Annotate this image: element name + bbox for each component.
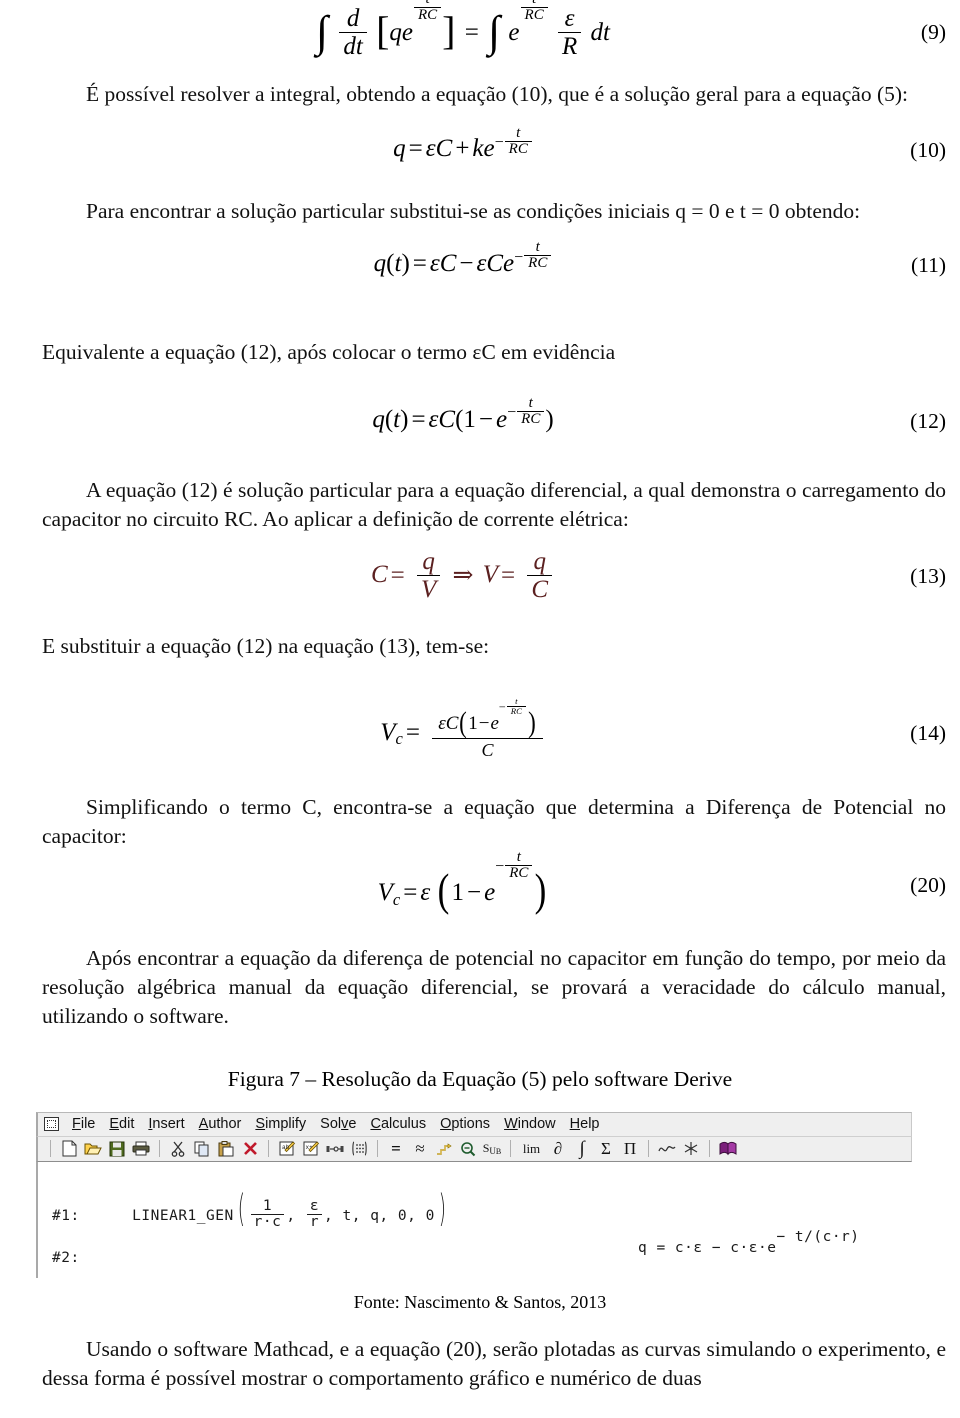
substitute-sub-icon[interactable]: SUB — [482, 1139, 503, 1159]
save-disk-icon[interactable] — [107, 1139, 128, 1159]
menu-item-insert[interactable]: Insert — [141, 1117, 191, 1132]
equation-number-14: (14) — [910, 721, 946, 746]
system-menu-icon[interactable] — [44, 1117, 59, 1132]
derive-menu-bar: File Edit Insert Author Simplify Solve C… — [36, 1111, 912, 1136]
limit-icon[interactable]: lim — [519, 1139, 545, 1159]
equation-9-body: ∫ d dt [qetRC] = ∫ etRC ε R dt — [316, 0, 610, 61]
partial-derivative-icon[interactable]: ∂ — [548, 1139, 569, 1159]
menu-item-calculus[interactable]: Calculus — [363, 1117, 433, 1132]
equation-row-12: q(t) = εC(1− e − t RC) (12) — [0, 394, 960, 448]
open-paren: ( — [237, 1187, 245, 1231]
expression-2-exponent: − t/(c·r) — [776, 1229, 860, 1246]
plot-2d-icon[interactable] — [657, 1139, 678, 1159]
toolbar-grip — [50, 1140, 51, 1158]
equation-14-body: Vc = εC(1−e − t RC) C — [42, 697, 884, 762]
menu-item-file[interactable]: File — [65, 1117, 102, 1132]
expression-1-arg2: εr — [306, 1198, 323, 1230]
simplify-equals-icon[interactable]: = — [386, 1139, 407, 1159]
equation-number-12: (12) — [910, 408, 946, 433]
fraction-d-dt: d dt — [339, 5, 367, 60]
menu-item-simplify[interactable]: Simplify — [248, 1117, 313, 1132]
toolbar-separator-5 — [648, 1140, 649, 1158]
equation-row-10: q = εC + ke − t RC (10) — [0, 125, 960, 177]
svg-text:x+: x+ — [305, 1144, 313, 1151]
expression-line-1[interactable]: #1: LINEAR1_GEN(1 r·c, εr, t, q, 0, 0) — [52, 1186, 450, 1232]
equation-12-body: q(t) = εC(1− e − t RC) — [372, 395, 554, 433]
substitute-icon[interactable] — [325, 1139, 346, 1159]
print-icon[interactable] — [131, 1139, 152, 1159]
delete-x-icon[interactable] — [240, 1139, 261, 1159]
paragraph-2: Para encontrar a solução particular subs… — [86, 198, 861, 223]
plot-3d-icon[interactable] — [681, 1139, 702, 1159]
matrix-icon[interactable] — [349, 1139, 370, 1159]
expression-1-args-rest: , t, q, 0, 0 — [324, 1207, 435, 1224]
figure-image-derive: File Edit Insert Author Simplify Solve C… — [0, 1111, 960, 1278]
menu-item-solve[interactable]: Solve — [313, 1117, 363, 1132]
expression-2-lhs: q = c·ε − c·ε·e — [638, 1239, 777, 1256]
equation-number-10: (10) — [910, 138, 946, 163]
new-file-icon[interactable] — [59, 1139, 80, 1159]
integral-sign-icon-2: ∫ — [488, 6, 501, 56]
derive-toolbar: ab x+ = ≈ S U B lim ∂ ∫ Σ Π — [36, 1135, 912, 1162]
toolbar-separator-1 — [159, 1140, 160, 1158]
derive-expression-area[interactable]: #1: LINEAR1_GEN(1 r·c, εr, t, q, 0, 0) #2… — [36, 1161, 912, 1278]
equation-row-20: Vc = ε (1− e − t RC) (20) — [0, 848, 960, 915]
solve-step-icon[interactable] — [434, 1139, 455, 1159]
expression-line-2-result[interactable]: q = c·ε − c·ε·e− t/(c·r) — [638, 1229, 860, 1256]
document-page: ∫ d dt [qetRC] = ∫ etRC ε R dt (9) É pos… — [0, 0, 960, 1418]
paragraph-7: Após encontrar a equação da diferença de… — [42, 946, 946, 1028]
cut-scissors-icon[interactable] — [168, 1139, 189, 1159]
toolbar-separator-3 — [377, 1140, 378, 1158]
close-paren: ) — [438, 1187, 447, 1231]
equation-20-body: Vc = ε (1− e − t RC) — [377, 848, 547, 915]
paragraph-3: Equivalente a equação (12), após colocar… — [42, 339, 616, 364]
equation-row-9: ∫ d dt [qetRC] = ∫ etRC ε R dt (9) — [0, 0, 960, 62]
figure-source: Fonte: Nascimento & Santos, 2013 — [353, 1291, 607, 1312]
menu-item-options[interactable]: Options — [433, 1117, 497, 1132]
author-expression-icon[interactable]: ab — [277, 1139, 298, 1159]
derive-window: File Edit Insert Author Simplify Solve C… — [36, 1111, 912, 1278]
menu-item-window[interactable]: Window — [497, 1117, 563, 1132]
toolbar-separator-2 — [268, 1140, 269, 1158]
equation-11-body: q(t) = εC − εCe − t RC — [42, 240, 884, 281]
fraction-eq14: εC(1−e − t RC) C — [432, 697, 543, 761]
equation-number-20: (20) — [910, 872, 946, 897]
fraction-eps-R: ε R — [557, 5, 582, 60]
help-book-icon[interactable] — [718, 1139, 739, 1159]
toolbar-separator-6 — [709, 1140, 710, 1158]
paragraph-1: É possível resolver a integral, obtendo … — [86, 82, 909, 106]
svg-text:ab: ab — [282, 1144, 290, 1151]
equation-row-14: Vc = εC(1−e − t RC) C (14) — [0, 691, 960, 777]
integral-sign-icon: ∫ — [316, 6, 329, 56]
equation-10-body: q = εC + ke − t RC — [42, 125, 884, 166]
paragraph-6: Simplificando o termo C, encontra-se a e… — [42, 794, 946, 848]
author-vector-icon[interactable]: x+ — [301, 1139, 322, 1159]
equation-row-13: C = qV ⇒ V = qC (13) — [0, 544, 960, 610]
menu-item-edit[interactable]: Edit — [102, 1117, 141, 1132]
paragraph-4: A equação (12) é solução particular para… — [42, 478, 946, 532]
sum-icon[interactable]: Σ — [596, 1139, 617, 1159]
copy-icon[interactable] — [192, 1139, 213, 1159]
figure-caption: Figura 7 – Resolução da Equação (5) pelo… — [227, 1066, 733, 1091]
approximate-icon[interactable]: ≈ — [410, 1139, 431, 1159]
menu-item-author[interactable]: Author — [192, 1117, 249, 1132]
equation-13-body: C = qV ⇒ V = qC — [42, 548, 884, 604]
zoom-expression-icon[interactable] — [458, 1139, 479, 1159]
equation-number-13: (13) — [910, 564, 946, 589]
expression-1-function: LINEAR1_GEN — [132, 1207, 234, 1224]
expression-1-arg1: 1 r·c — [250, 1198, 285, 1230]
menu-item-help[interactable]: Help — [563, 1117, 607, 1132]
equation-number-9: (9) — [920, 19, 946, 44]
paragraph-5: E substituir a equação (12) na equação (… — [42, 633, 490, 658]
equation-row-11: q(t) = εC − εCe − t RC (11) — [0, 240, 960, 292]
paragraph-8: Usando o software Mathcad, e a equação (… — [42, 1336, 946, 1390]
equation-number-11: (11) — [910, 253, 946, 278]
toolbar-separator-4 — [510, 1140, 511, 1158]
paste-icon[interactable] — [216, 1139, 237, 1159]
integral-icon[interactable]: ∫ — [572, 1138, 593, 1159]
expression-label-1: #1: — [52, 1207, 80, 1224]
product-icon[interactable]: Π — [620, 1139, 641, 1159]
open-folder-icon[interactable] — [83, 1139, 104, 1159]
expression-label-2[interactable]: #2: — [52, 1250, 80, 1266]
